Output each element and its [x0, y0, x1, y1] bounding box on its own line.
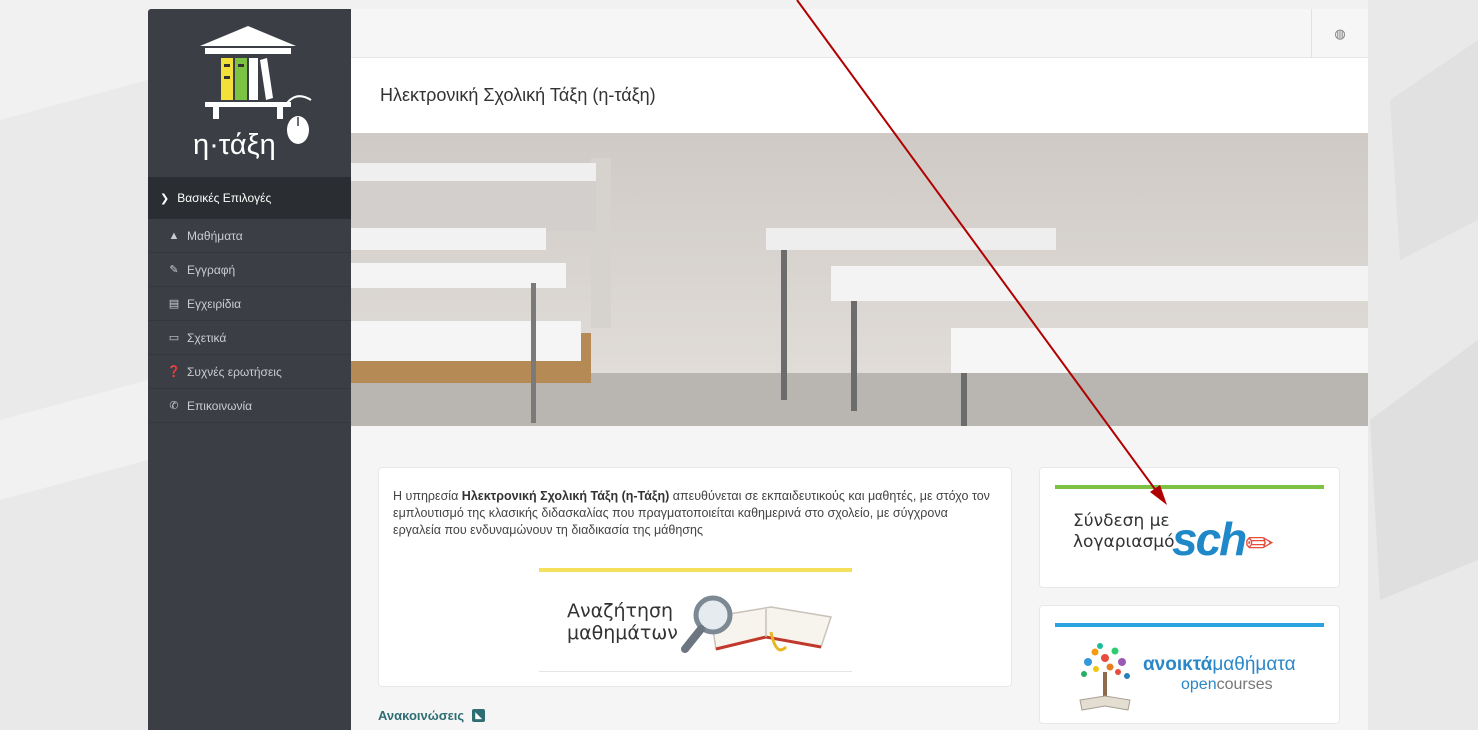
open-courses-text: ανοικτάμαθήματα opencourses — [1143, 654, 1296, 694]
edit-icon: ✎ — [169, 264, 179, 276]
menu-header-basic-options[interactable]: ❯ Βασικές Επιλογές — [148, 177, 351, 219]
hero-classroom-image — [351, 133, 1368, 426]
open-courses-subtitle: opencourses — [1181, 676, 1296, 694]
search-courses-label: Αναζήτηση μαθημάτων — [567, 599, 678, 644]
chevron-down-icon: ❯ — [160, 192, 170, 205]
credit-card-icon: ▭ — [168, 332, 180, 344]
sidebar-item-label: Εγγραφή — [187, 262, 236, 277]
sch-login-line1: Σύνδεση με — [1073, 511, 1170, 531]
sch-logo-text: sch — [1172, 513, 1247, 565]
intro-text: Η υπηρεσία Ηλεκτρονική Σχολική Τάξη (η-Τ… — [379, 468, 1011, 539]
content-area: Η υπηρεσία Ηλεκτρονική Σχολική Τάξη (η-Τ… — [351, 426, 1368, 730]
top-bar: ◍ — [351, 9, 1368, 58]
file-icon: ▤ — [168, 298, 180, 310]
sidebar-item-label: Σχετικά — [187, 330, 227, 345]
magnifier-book-icon — [681, 595, 832, 653]
graduation-cap-icon: ▲ — [168, 229, 180, 242]
sidebar-item-faq[interactable]: ❓ Συχνές ερωτήσεις — [148, 355, 351, 389]
open-courses-title: ανοικτάμαθήματα — [1143, 654, 1296, 676]
sidebar-item-label: Συχνές ερωτήσεις — [187, 364, 282, 379]
svg-text:η·τάξη: η·τάξη — [193, 129, 276, 161]
intro-card: Η υπηρεσία Ηλεκτρονική Σχολική Τάξη (η-Τ… — [378, 467, 1012, 687]
open-courses-sub-grey: courses — [1216, 676, 1273, 693]
intro-text-bold: Ηλεκτρονική Σχολική Τάξη (η-Τάξη) — [461, 489, 670, 503]
phone-icon: ✆ — [169, 400, 179, 412]
sidebar-item-contact[interactable]: ✆ Επικοινωνία — [148, 389, 351, 423]
sidebar-item-label: Επικοινωνία — [187, 398, 253, 413]
search-label-line1: Αναζήτηση — [567, 599, 674, 622]
announcements-label: Ανακοινώσεις — [378, 708, 465, 723]
sidebar-item-manuals[interactable]: ▤ Εγχειρίδια — [148, 287, 351, 321]
open-courses-blue-bar — [1055, 623, 1324, 627]
sidebar: η·τάξη ❯ Βασικές Επιλογές ▲ Μαθήματα ✎ Ε… — [148, 9, 351, 730]
sch-login-line2: λογαριασμό — [1073, 532, 1175, 552]
sidebar-item-register[interactable]: ✎ Εγγραφή — [148, 253, 351, 287]
page-title: Ηλεκτρονική Σχολική Τάξη (η-τάξη) — [380, 85, 656, 105]
language-globe-icon[interactable]: ◍ — [1311, 9, 1368, 58]
intro-text-part: Η υπηρεσία — [393, 489, 462, 503]
sidebar-item-about[interactable]: ▭ Σχετικά — [148, 321, 351, 355]
search-label-line2: μαθημάτων — [567, 621, 678, 644]
open-courses-bold: ανοικτά — [1143, 654, 1213, 675]
sidebar-item-courses[interactable]: ▲ Μαθήματα — [148, 219, 351, 253]
rss-icon[interactable]: ◣ — [472, 709, 486, 722]
eclass-logo[interactable]: η·τάξη — [148, 9, 351, 177]
search-courses-banner[interactable]: Αναζήτηση μαθημάτων — [539, 568, 852, 672]
sch-login-card[interactable]: Σύνδεση με λογαριασμό sch✏ — [1039, 467, 1340, 588]
main-content: ◍ Ηλεκτρονική Σχολική Τάξη (η-τάξη) Η υπ… — [351, 9, 1368, 730]
sch-green-bar — [1055, 485, 1324, 489]
sidebar-item-label: Εγχειρίδια — [187, 296, 242, 311]
open-courses-card[interactable]: ανοικτάμαθήματα opencourses — [1039, 605, 1340, 724]
sch-logo: sch✏ — [1172, 512, 1274, 566]
open-courses-sub-blue: open — [1181, 676, 1217, 693]
sch-pencil-icon: ✏ — [1245, 525, 1273, 563]
open-courses-rest: μαθήματα — [1212, 654, 1296, 675]
menu-header-label: Βασικές Επιλογές — [177, 191, 272, 205]
sch-login-text: Σύνδεση με λογαριασμό — [1073, 511, 1175, 553]
question-circle-icon: ❓ — [167, 366, 181, 378]
announcements-heading[interactable]: Ανακοινώσεις ◣ — [378, 708, 486, 723]
sidebar-item-label: Μαθήματα — [187, 228, 243, 243]
open-courses-tree-icon — [1079, 643, 1131, 711]
